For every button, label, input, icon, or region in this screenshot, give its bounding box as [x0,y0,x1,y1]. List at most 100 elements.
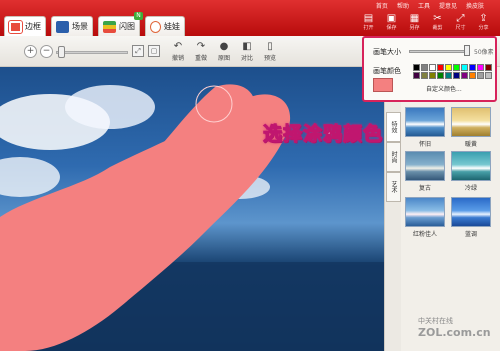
preview-icon: ▯ [267,41,273,52]
canvas-drawing [0,84,384,351]
preview-button[interactable]: ▯ 预览 [260,40,280,64]
link-skin[interactable]: 换皮肤 [466,1,484,10]
color-swatch[interactable] [413,72,420,79]
redo-icon: ↷ [196,41,206,52]
color-swatch[interactable] [413,64,420,71]
effect-label: 复古 [418,185,431,192]
color-swatch[interactable] [421,64,428,71]
brush-size-slider[interactable] [409,50,469,53]
zoom-out-button[interactable]: − [40,45,53,58]
effect-label: 冷绿 [464,185,477,192]
share-icon: ⇪ [479,13,488,24]
undo-button[interactable]: ↶ 撤销 [168,40,188,64]
link-help[interactable]: 帮助 [397,1,409,10]
tab-scene[interactable]: 场景 [51,16,93,36]
color-swatch[interactable] [437,64,444,71]
flash-icon [103,20,116,33]
effect-thumb[interactable] [451,107,491,137]
color-swatch[interactable] [461,72,468,79]
color-swatch[interactable] [429,64,436,71]
color-swatch[interactable] [445,72,452,79]
effects-panel: 怀旧 暖黄 复古 冷绿 红粉佳人 蓝调 [401,67,500,351]
effect-label: 怀旧 [418,141,431,148]
color-swatch[interactable] [461,64,468,71]
top-links: 首页 帮助 工具 提意见 换皮肤 [376,1,484,10]
compare-button[interactable]: ◧ 对比 [237,40,257,64]
resize-button[interactable]: ⤢ 尺寸 [452,13,469,31]
tab-label: 闪图 [119,22,135,31]
color-swatch[interactable] [429,72,436,79]
brush-size-thumb[interactable] [464,45,470,56]
color-swatch[interactable] [421,72,428,79]
resize-icon: ⤢ [456,13,465,24]
open-button[interactable]: ▤ 打开 [360,13,377,31]
brush-color-label: 画笔颜色 [373,67,401,75]
effect-thumb[interactable] [405,107,445,137]
save-icon: ▣ [386,13,397,24]
tab-border[interactable]: 边框 [4,16,46,36]
effect-thumb[interactable] [405,197,445,227]
tab-fashion[interactable]: 时尚 [386,142,401,172]
cloud [0,157,60,197]
tab-effects[interactable]: 特效 [386,112,401,142]
color-swatch[interactable] [477,72,484,79]
effect-label: 暖黄 [464,141,477,148]
effect-label: 红粉佳人 [412,231,437,238]
effect-thumb[interactable] [451,197,491,227]
color-swatch[interactable] [469,72,476,79]
watermark-domain: ZOL.com.cn [418,326,491,339]
color-swatch[interactable] [477,64,484,71]
redo-button[interactable]: ↷ 重做 [191,40,211,64]
border-icon [8,19,23,34]
original-button[interactable]: ● 原图 [214,40,234,64]
zoom-in-button[interactable]: + [24,45,37,58]
link-feedback[interactable]: 提意见 [439,1,457,10]
current-color-swatch [373,78,393,92]
color-swatch[interactable] [453,72,460,79]
link-tools[interactable]: 工具 [418,1,430,10]
undo-icon: ↶ [173,41,183,52]
share-button[interactable]: ⇪ 分享 [475,13,492,31]
brush-settings-popup: 画笔大小 50像素 画笔颜色 自定义颜色... [362,36,497,102]
zoom-slider-thumb[interactable] [58,46,65,58]
custom-color-link[interactable]: 自定义颜色... [426,84,462,93]
brush-size-label: 画笔大小 [373,48,401,56]
open-icon: ▤ [363,13,374,24]
color-swatch[interactable] [469,64,476,71]
scene-icon [56,20,69,33]
doll-icon [150,20,161,33]
tab-strip: 边框 场景 闪图 N 娃娃 [4,12,185,36]
tab-doll[interactable]: 娃娃 [145,16,185,36]
original-icon: ● [219,41,229,52]
color-palette [413,64,493,79]
link-home[interactable]: 首页 [376,1,388,10]
effect-thumb[interactable] [405,151,445,181]
tab-art[interactable]: 艺术 [386,172,401,202]
actual-size-button[interactable]: ▢ [148,45,160,57]
cloud [65,85,155,129]
effect-label: 蓝调 [464,231,477,238]
cut-button[interactable]: ✂ 裁剪 [429,13,446,31]
color-swatch[interactable] [445,64,452,71]
image-canvas[interactable]: 选择涂鸦颜色 [0,67,384,351]
save-as-button[interactable]: ▦ 另存 [406,13,423,31]
tab-label: 场景 [72,22,88,31]
save-as-icon: ▦ [409,13,420,24]
tab-flash[interactable]: 闪图 N [98,12,143,36]
color-swatch[interactable] [485,64,492,71]
top-bar: 边框 场景 闪图 N 娃娃 首页 帮助 工具 提意见 换皮肤 ▤ 打开 ▣ 保存 ▦… [0,0,500,36]
color-swatch[interactable] [485,72,492,79]
action-buttons: ↶ 撤销 ↷ 重做 ● 原图 ◧ 对比 ▯ 预览 [168,40,280,64]
fit-window-button[interactable]: ⤢ [132,45,144,57]
color-swatch[interactable] [453,64,460,71]
annotation-text: 选择涂鸦颜色 [262,123,384,146]
new-badge: N [134,12,143,20]
tab-label: 边框 [25,22,41,31]
compare-icon: ◧ [242,41,252,52]
save-button[interactable]: ▣ 保存 [383,13,400,31]
color-swatch[interactable] [437,72,444,79]
effect-thumb[interactable] [451,151,491,181]
top-toolbar: ▤ 打开 ▣ 保存 ▦ 另存 ✂ 裁剪 ⤢ 尺寸 ⇪ 分享 [360,13,492,31]
cut-icon: ✂ [433,13,442,24]
zoom-slider[interactable] [56,51,128,54]
